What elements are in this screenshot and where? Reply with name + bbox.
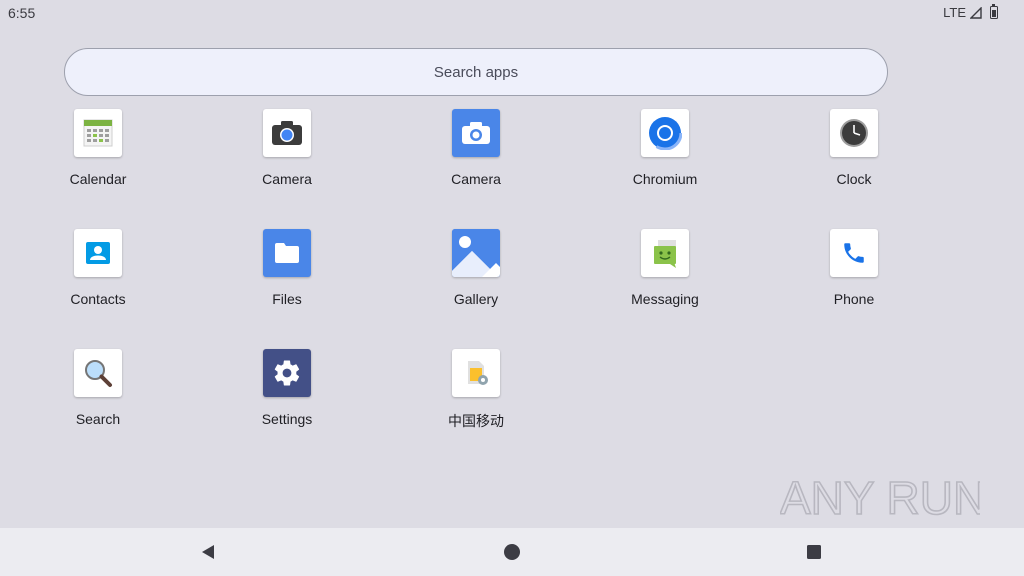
app-label: Calendar: [69, 171, 127, 187]
search-apps-input[interactable]: Search apps: [64, 48, 888, 96]
gallery-icon: [452, 229, 500, 277]
app-camera-2[interactable]: Camera: [406, 109, 546, 205]
recents-icon[interactable]: [804, 542, 824, 562]
app-messaging[interactable]: Messaging: [595, 229, 735, 325]
gear-icon: [263, 349, 311, 397]
calendar-icon: [74, 109, 122, 157]
chromium-icon: [641, 109, 689, 157]
search-placeholder: Search apps: [433, 63, 519, 81]
network-type: LTE: [943, 5, 966, 20]
battery-icon: [990, 4, 998, 19]
status-indicators: LTE: [943, 4, 998, 20]
app-settings[interactable]: Settings: [217, 349, 357, 445]
phone-icon: [830, 229, 878, 277]
app-search[interactable]: Search: [28, 349, 168, 445]
signal-icon: [970, 6, 982, 19]
clock-icon: [830, 109, 878, 157]
app-gallery[interactable]: Gallery: [406, 229, 546, 325]
app-chromium[interactable]: Chromium: [595, 109, 735, 205]
watermark-text: ANY RUN: [780, 472, 980, 524]
home-icon[interactable]: [502, 542, 522, 562]
sim-toolkit-icon: [452, 349, 500, 397]
app-label: 中国移动: [448, 413, 504, 429]
app-sim-toolkit[interactable]: 中国移动: [406, 349, 546, 445]
magnifier-icon: [74, 349, 122, 397]
app-label: Camera: [451, 171, 501, 187]
camera-blue-icon: [452, 109, 500, 157]
navigation-bar: [0, 528, 1024, 576]
messaging-icon: [641, 229, 689, 277]
app-files[interactable]: Files: [217, 229, 357, 325]
status-time: 6:55: [8, 5, 36, 21]
app-camera[interactable]: Camera: [217, 109, 357, 205]
back-icon[interactable]: [198, 542, 218, 562]
app-label: Messaging: [631, 291, 699, 307]
app-label: Gallery: [453, 291, 499, 307]
status-bar: 6:55 LTE: [0, 0, 1024, 24]
app-label: Clock: [836, 171, 872, 187]
app-label: Search: [75, 411, 121, 427]
app-label: Phone: [833, 291, 875, 307]
anyrun-watermark: ANY RUN: [780, 471, 980, 525]
app-label: Files: [272, 291, 302, 307]
app-label: Camera: [262, 171, 312, 187]
app-contacts[interactable]: Contacts: [28, 229, 168, 325]
contacts-icon: [74, 229, 122, 277]
app-calendar[interactable]: Calendar: [28, 109, 168, 205]
app-clock[interactable]: Clock: [784, 109, 924, 205]
app-label: Chromium: [632, 171, 698, 187]
folder-icon: [263, 229, 311, 277]
camera-icon: [263, 109, 311, 157]
app-label: Settings: [261, 411, 313, 427]
app-label: Contacts: [70, 291, 126, 307]
app-phone[interactable]: Phone: [784, 229, 924, 325]
